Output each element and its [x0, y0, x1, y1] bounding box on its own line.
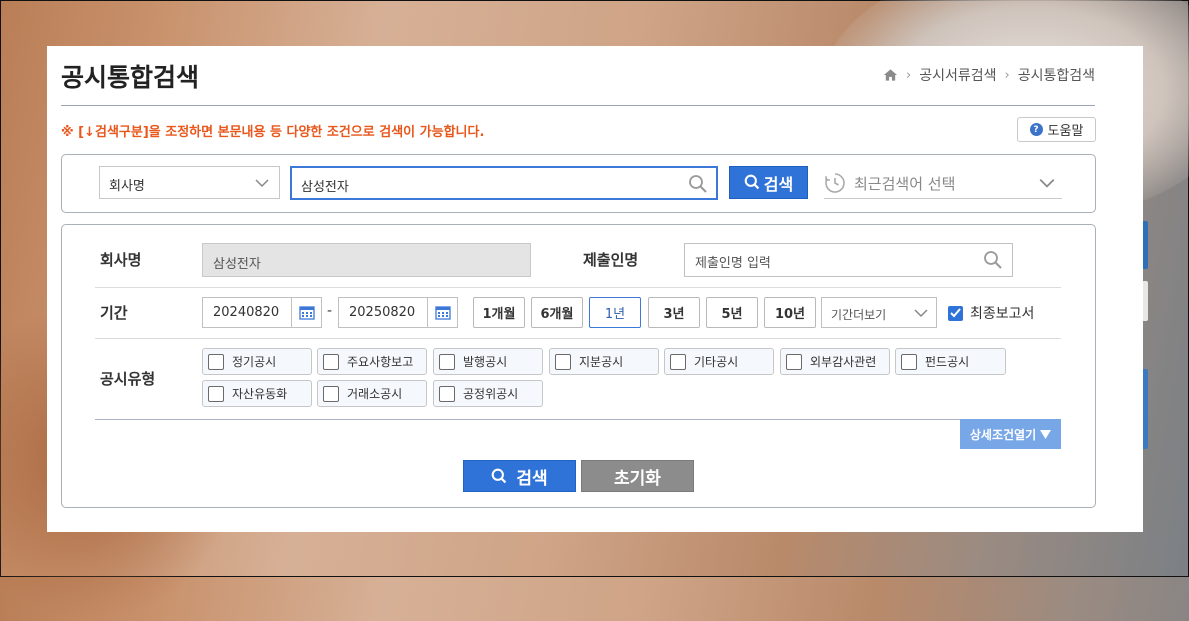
- period-6month-button[interactable]: 6개월: [531, 297, 583, 328]
- date-from-value: 20240820: [213, 305, 280, 320]
- caret-down-icon: [1040, 429, 1052, 439]
- search-button[interactable]: 검색: [463, 460, 576, 492]
- calendar-icon[interactable]: [427, 298, 457, 327]
- checkbox-icon[interactable]: [323, 385, 339, 402]
- period-3year-button[interactable]: 3년: [648, 297, 700, 328]
- type-checkbox-abs[interactable]: 자산유동화: [202, 380, 312, 407]
- checkbox-checked-icon[interactable]: [948, 305, 963, 321]
- disclosure-search-panel: 공시통합검색 › 공시서류검색 › 공시통합검색 ※ [↓검색구분]을 조정하면…: [47, 46, 1143, 532]
- period-more-value: 기간더보기: [831, 308, 887, 322]
- breadcrumb-item[interactable]: 공시통합검색: [1018, 65, 1095, 85]
- submitter-label: 제출인명: [583, 251, 639, 269]
- type-label: 자산유동화: [232, 387, 288, 401]
- chevron-down-icon: [1039, 179, 1055, 188]
- checkbox-icon[interactable]: [208, 385, 224, 402]
- company-label: 회사명: [100, 251, 142, 269]
- breadcrumb-item[interactable]: 공시서류검색: [919, 65, 996, 85]
- type-label: 주요사항보고: [347, 355, 414, 369]
- type-checkbox-fund[interactable]: 펀드공시: [895, 348, 1006, 375]
- date-to-value: 20250820: [349, 305, 416, 320]
- date-separator: -: [327, 303, 333, 319]
- disclosure-type-label: 공시유형: [100, 370, 156, 388]
- type-checkbox-audit[interactable]: 외부감사관련: [780, 348, 890, 375]
- checkbox-icon[interactable]: [670, 353, 686, 370]
- type-checkbox-exchange[interactable]: 거래소공시: [317, 380, 427, 407]
- company-value: 삼성전자: [213, 257, 261, 272]
- detail-toggle-button[interactable]: 상세조건열기: [960, 419, 1061, 449]
- final-report-checkbox[interactable]: 최종보고서: [948, 303, 1034, 323]
- checkbox-icon[interactable]: [208, 353, 224, 370]
- quick-search-button[interactable]: 검색: [729, 166, 808, 199]
- chevron-down-icon: [914, 309, 928, 318]
- recent-search-placeholder: 최근검색어 선택: [854, 174, 956, 193]
- period-label: 기간: [100, 304, 128, 322]
- type-label: 펀드공시: [925, 355, 970, 369]
- type-checkbox-regular[interactable]: 정기공시: [202, 348, 312, 375]
- period-5year-button[interactable]: 5년: [706, 297, 758, 328]
- search-notice: ※ [↓검색구분]을 조정하면 본문내용 등 다양한 조건으로 검색이 가능합니…: [61, 125, 485, 140]
- final-report-label: 최종보고서: [970, 306, 1035, 322]
- period-1year-button[interactable]: 1년: [589, 297, 641, 328]
- quick-search-box: 회사명 삼성전자 검색 최근검색어 선택: [61, 154, 1096, 213]
- history-clock-icon: [825, 173, 845, 193]
- type-label: 공정위공시: [463, 387, 519, 401]
- checkbox-icon[interactable]: [901, 353, 917, 370]
- checkbox-icon[interactable]: [555, 353, 571, 370]
- type-label: 발행공시: [463, 355, 508, 369]
- type-label: 지분공시: [579, 355, 624, 369]
- checkbox-icon[interactable]: [786, 353, 802, 370]
- home-icon[interactable]: [883, 68, 898, 82]
- quick-search-label: 검색: [763, 174, 794, 194]
- reset-button[interactable]: 초기화: [581, 460, 694, 492]
- type-checkbox-ftc[interactable]: 공정위공시: [433, 380, 543, 407]
- period-more-select[interactable]: 기간더보기: [821, 297, 937, 328]
- calendar-icon[interactable]: [291, 298, 321, 327]
- submitter-placeholder: 제출인명 입력: [695, 256, 771, 271]
- chevron-right-icon: ›: [1004, 67, 1010, 83]
- row-divider: [95, 338, 1061, 339]
- search-icon: [492, 468, 507, 483]
- search-icon[interactable]: [983, 250, 1003, 270]
- search-icon: [744, 174, 759, 190]
- search-input-value: 삼성전자: [301, 180, 349, 195]
- help-button[interactable]: ? 도움말: [1017, 117, 1096, 142]
- breadcrumb: › 공시서류검색 › 공시통합검색: [883, 65, 1095, 85]
- type-checkbox-equity[interactable]: 지분공시: [549, 348, 659, 375]
- type-label: 외부감사관련: [810, 355, 877, 369]
- help-icon: ?: [1029, 123, 1043, 136]
- type-checkbox-issuance[interactable]: 발행공시: [433, 348, 543, 375]
- period-10year-button[interactable]: 10년: [764, 297, 816, 328]
- search-category-value: 회사명: [109, 179, 145, 194]
- submitter-input[interactable]: 제출인명 입력: [684, 243, 1013, 277]
- checkbox-icon[interactable]: [439, 353, 455, 370]
- checkbox-icon[interactable]: [439, 385, 455, 402]
- chevron-right-icon: ›: [906, 67, 912, 83]
- detail-search-form: 회사명 삼성전자 제출인명 제출인명 입력 기간 20240820 - 2025…: [61, 224, 1096, 508]
- type-checkbox-major[interactable]: 주요사항보고: [317, 348, 427, 375]
- search-input[interactable]: 삼성전자: [290, 166, 718, 200]
- type-label: 거래소공시: [347, 387, 403, 401]
- help-label: 도움말: [1047, 124, 1084, 139]
- search-icon[interactable]: [688, 174, 708, 194]
- type-checkbox-other[interactable]: 기타공시: [664, 348, 774, 375]
- page-title: 공시통합검색: [61, 63, 200, 92]
- search-button-label: 검색: [516, 468, 548, 489]
- checkbox-icon[interactable]: [323, 353, 339, 370]
- row-divider: [95, 287, 1061, 288]
- detail-toggle-label: 상세조건열기: [969, 427, 1037, 442]
- chevron-down-icon: [255, 179, 269, 188]
- date-to-input[interactable]: 20250820: [338, 297, 458, 328]
- title-divider: [61, 105, 1095, 106]
- type-label: 정기공시: [232, 355, 277, 369]
- search-category-select[interactable]: 회사명: [99, 166, 280, 199]
- period-1month-button[interactable]: 1개월: [473, 297, 525, 328]
- date-from-input[interactable]: 20240820: [202, 297, 322, 328]
- form-divider: [95, 419, 1061, 420]
- type-label: 기타공시: [694, 355, 739, 369]
- recent-search-select[interactable]: 최근검색어 선택: [824, 168, 1062, 199]
- company-field: 삼성전자: [202, 243, 531, 277]
